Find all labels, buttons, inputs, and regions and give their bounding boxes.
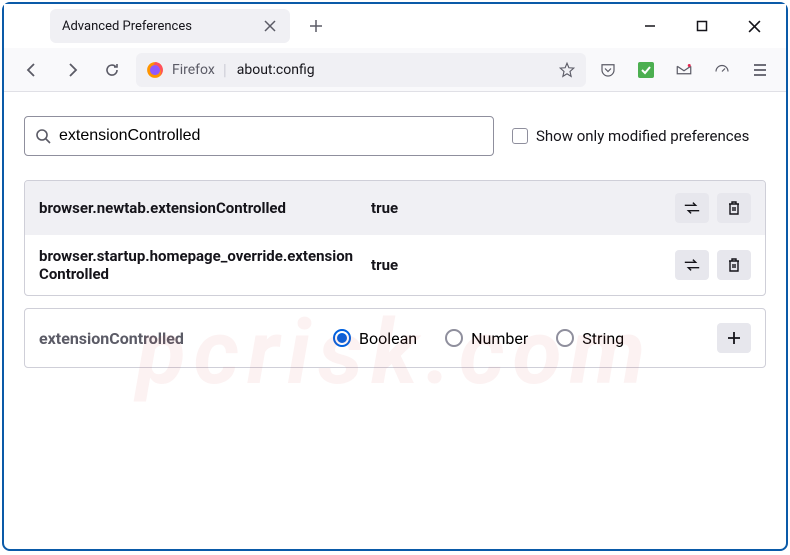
firefox-icon xyxy=(146,61,164,79)
type-radio-group: Boolean Number String xyxy=(333,329,703,348)
toolbar: Firefox | about:config xyxy=(4,48,786,92)
back-button[interactable] xyxy=(16,54,48,86)
search-icon xyxy=(35,128,51,144)
radio-icon xyxy=(333,329,351,347)
modified-only-checkbox[interactable]: Show only modified preferences xyxy=(512,127,749,145)
content: pcrisk.com Show only modified preference… xyxy=(4,92,786,549)
radio-number[interactable]: Number xyxy=(445,329,528,348)
reload-button[interactable] xyxy=(96,54,128,86)
bookmark-icon[interactable] xyxy=(558,61,576,79)
forward-button[interactable] xyxy=(56,54,88,86)
new-pref-row: extensionControlled Boolean Number Strin… xyxy=(24,308,766,368)
titlebar: Advanced Preferences xyxy=(4,4,786,48)
browser-tab[interactable]: Advanced Preferences xyxy=(50,9,290,43)
urlbar-url: about:config xyxy=(237,62,315,78)
new-pref-name: extensionControlled xyxy=(39,329,319,348)
toggle-button[interactable] xyxy=(675,250,709,280)
urlbar-label: Firefox xyxy=(172,62,215,78)
pref-name: browser.newtab.extensionControlled xyxy=(39,199,359,217)
url-bar[interactable]: Firefox | about:config xyxy=(136,53,586,87)
checkbox-icon xyxy=(512,128,528,144)
close-button[interactable] xyxy=(740,12,768,40)
tab-title: Advanced Preferences xyxy=(62,19,262,34)
menu-icon[interactable] xyxy=(746,56,774,84)
maximize-button[interactable] xyxy=(688,12,716,40)
pocket-icon[interactable] xyxy=(594,56,622,84)
prefs-list: browser.newtab.extensionControlled true … xyxy=(24,180,766,296)
extension-icon[interactable] xyxy=(632,56,660,84)
radio-boolean[interactable]: Boolean xyxy=(333,329,417,348)
pref-value: true xyxy=(371,199,663,217)
radio-string[interactable]: String xyxy=(556,329,624,348)
search-box[interactable] xyxy=(24,116,494,156)
radio-icon xyxy=(445,329,463,347)
new-tab-button[interactable] xyxy=(302,12,330,40)
delete-button[interactable] xyxy=(717,193,751,223)
dashboard-icon[interactable] xyxy=(708,56,736,84)
checkbox-label: Show only modified preferences xyxy=(536,127,749,145)
radio-icon xyxy=(556,329,574,347)
add-button[interactable] xyxy=(717,323,751,353)
delete-button[interactable] xyxy=(717,250,751,280)
pref-row[interactable]: browser.newtab.extensionControlled true xyxy=(25,181,765,235)
pref-value: true xyxy=(371,256,663,274)
search-input[interactable] xyxy=(59,127,483,145)
pref-name: browser.startup.homepage_override.extens… xyxy=(39,247,359,283)
toggle-button[interactable] xyxy=(675,193,709,223)
pref-row[interactable]: browser.startup.homepage_override.extens… xyxy=(25,235,765,295)
mail-icon[interactable] xyxy=(670,56,698,84)
close-icon[interactable] xyxy=(262,18,278,34)
minimize-button[interactable] xyxy=(636,12,664,40)
